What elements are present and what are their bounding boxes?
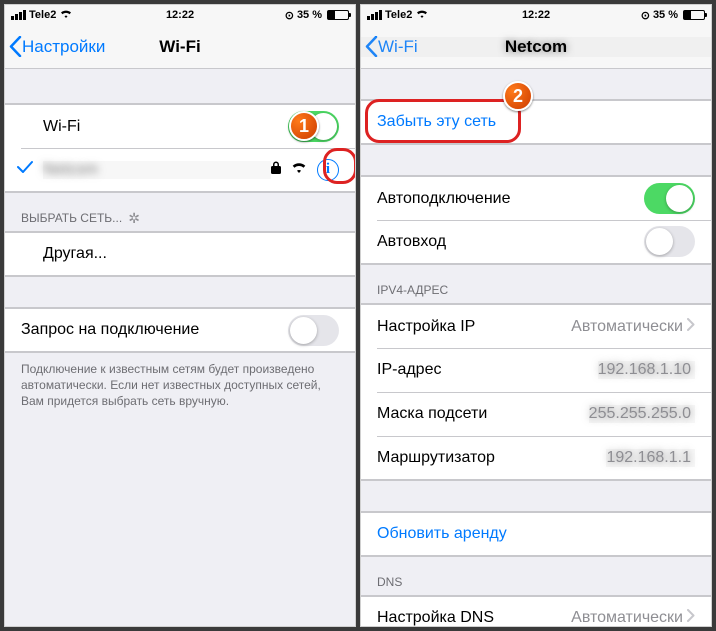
auto-join-label: Автоподключение (377, 190, 644, 208)
ask-to-join-toggle[interactable] (288, 315, 339, 346)
spinner-icon (128, 211, 142, 225)
network-detail-content: Забыть эту сеть Автоподключение Автовход… (361, 69, 711, 626)
clock-label: 12:22 (522, 9, 550, 21)
wifi-icon (291, 161, 307, 179)
network-info-button[interactable]: i (317, 159, 339, 181)
signal-bars-icon (11, 10, 26, 20)
phone-wifi-list: Tele2 12:22 ⊙ 35 % Настройки Wi-Fi Wi-Fi (4, 4, 356, 627)
connected-network-name: Netcom (43, 161, 271, 179)
ask-to-join-label: Запрос на подключение (21, 321, 288, 339)
auto-login-row[interactable]: Автовход (361, 220, 711, 264)
router-row: Маршрутизатор 192.168.1.1 (361, 436, 711, 480)
connected-network-row[interactable]: Netcom i (5, 148, 355, 192)
alarm-icon: ⊙ (285, 9, 294, 22)
other-network-row[interactable]: Другая... (5, 232, 355, 276)
auto-login-toggle[interactable] (644, 226, 695, 257)
ip-address-value: 192.168.1.10 (598, 361, 695, 379)
wifi-status-icon (415, 9, 429, 22)
wifi-toggle-label: Wi-Fi (43, 118, 288, 136)
subnet-mask-value: 255.255.255.0 (589, 405, 695, 423)
back-label: Настройки (22, 37, 105, 57)
chevron-right-icon (687, 318, 695, 336)
alarm-icon: ⊙ (641, 9, 650, 22)
configure-ip-row[interactable]: Настройка IP Автоматически (361, 304, 711, 348)
chevron-left-icon (365, 36, 378, 57)
clock-label: 12:22 (166, 9, 194, 21)
choose-network-header: ВЫБРАТЬ СЕТЬ... (5, 193, 355, 231)
carrier-label: Tele2 (385, 9, 412, 21)
configure-ip-value: Автоматически (571, 318, 687, 336)
dns-header: DNS (361, 557, 711, 595)
status-bar: Tele2 12:22 ⊙ 35 % (5, 5, 355, 25)
battery-icon (683, 10, 705, 20)
subnet-mask-label: Маска подсети (377, 405, 589, 423)
back-button[interactable]: Настройки (5, 36, 105, 57)
status-bar: Tele2 12:22 ⊙ 35 % (361, 5, 711, 25)
auto-login-label: Автовход (377, 233, 644, 251)
ip-address-row: IP-адрес 192.168.1.10 (361, 348, 711, 392)
nav-bar: Wi-Fi Netcom (361, 25, 711, 69)
wifi-status-icon (59, 9, 73, 22)
auto-join-toggle[interactable] (644, 183, 695, 214)
forget-network-label: Забыть эту сеть (377, 113, 695, 131)
renew-lease-label: Обновить аренду (377, 525, 695, 543)
subnet-mask-row: Маска подсети 255.255.255.0 (361, 392, 711, 436)
back-label: Wi-Fi (378, 37, 418, 57)
ipv4-header: IPV4-АДРЕС (361, 265, 711, 303)
battery-icon (327, 10, 349, 20)
configure-dns-row[interactable]: Настройка DNS Автоматически (361, 596, 711, 626)
nav-bar: Настройки Wi-Fi (5, 25, 355, 69)
wifi-list-content: Wi-Fi Netcom i ВЫБ (5, 69, 355, 626)
other-label: Другая... (43, 245, 339, 263)
renew-lease-button[interactable]: Обновить аренду (361, 512, 711, 556)
configure-ip-label: Настройка IP (377, 318, 571, 336)
ask-to-join-row[interactable]: Запрос на подключение (5, 308, 355, 352)
signal-bars-icon (367, 10, 382, 20)
carrier-label: Tele2 (29, 9, 56, 21)
battery-pct: 35 % (653, 9, 678, 21)
configure-dns-label: Настройка DNS (377, 609, 571, 626)
wifi-master-toggle-row[interactable]: Wi-Fi (5, 104, 355, 148)
wifi-toggle[interactable] (288, 111, 339, 142)
phone-network-detail: Tele2 12:22 ⊙ 35 % Wi-Fi Netcom Забыть э… (360, 4, 712, 627)
back-button[interactable]: Wi-Fi (361, 36, 418, 57)
checkmark-icon (17, 160, 33, 179)
router-label: Маршрутизатор (377, 449, 606, 467)
battery-pct: 35 % (297, 9, 322, 21)
configure-dns-value: Автоматически (571, 609, 687, 626)
ip-address-label: IP-адрес (377, 361, 598, 379)
forget-network-button[interactable]: Забыть эту сеть (361, 100, 711, 144)
chevron-right-icon (687, 609, 695, 626)
lock-icon (271, 161, 281, 179)
chevron-left-icon (9, 36, 22, 57)
router-value: 192.168.1.1 (606, 449, 695, 467)
ask-to-join-footer: Подключение к известным сетям будет прои… (5, 353, 355, 410)
auto-join-row[interactable]: Автоподключение (361, 176, 711, 220)
